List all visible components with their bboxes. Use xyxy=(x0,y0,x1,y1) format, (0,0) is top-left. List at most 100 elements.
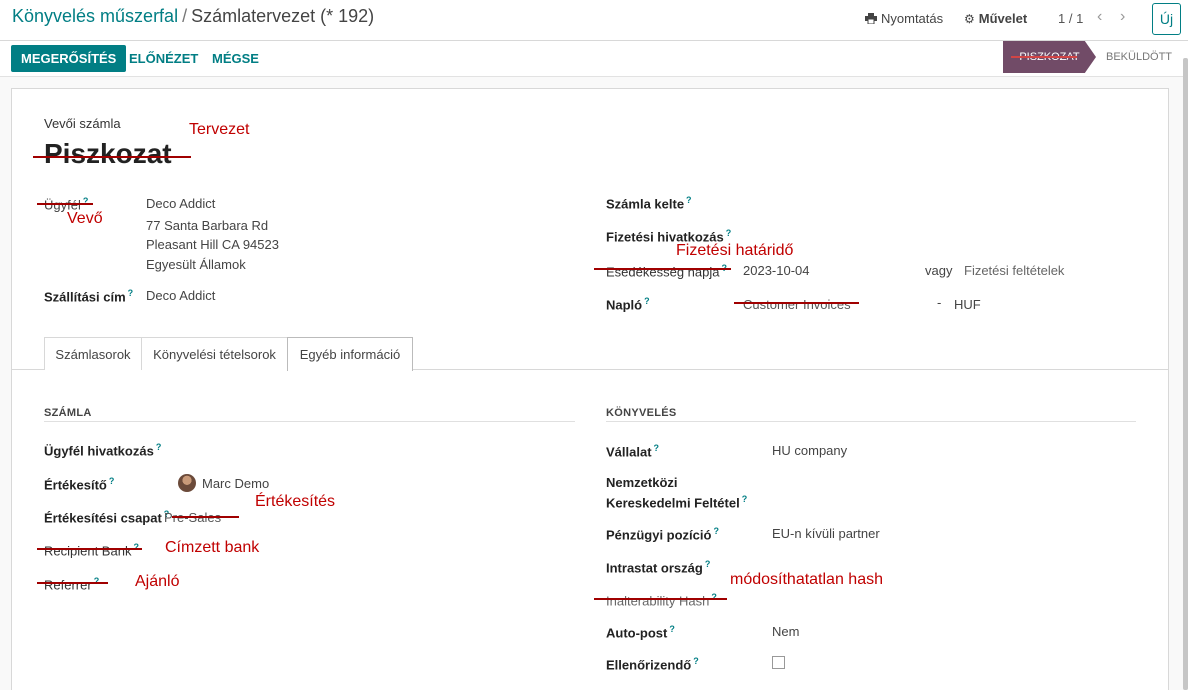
strike-mark xyxy=(37,203,93,205)
journal-field[interactable]: Customer Invoices xyxy=(743,297,851,312)
stage-posted[interactable]: BEKÜLDÖTT xyxy=(1106,51,1172,63)
annotation-recipient-bank: Címzett bank xyxy=(165,539,260,556)
annotation-title: Tervezet xyxy=(189,121,250,138)
due-date-label: Esedékesség napja? xyxy=(606,263,727,279)
annotation-customer: Vevő xyxy=(67,210,103,227)
section-divider xyxy=(44,421,575,422)
company-label: Vállalat? xyxy=(606,443,660,460)
tab-invoice-lines[interactable]: Számlasorok xyxy=(44,337,142,370)
print-button[interactable]: Nyomtatás xyxy=(865,11,943,26)
to-check-checkbox[interactable] xyxy=(772,656,785,669)
help-icon[interactable]: ? xyxy=(711,592,717,602)
strike-mark xyxy=(33,156,191,158)
help-icon[interactable]: ? xyxy=(654,443,660,453)
help-icon[interactable]: ? xyxy=(713,526,719,536)
salesperson-value: Marc Demo xyxy=(202,475,270,491)
print-label: Nyomtatás xyxy=(881,11,944,26)
chevron-left-icon[interactable]: ‹ xyxy=(1097,8,1102,26)
customer-ref-label: Ügyfél hivatkozás? xyxy=(44,442,162,459)
help-icon[interactable]: ? xyxy=(686,195,692,205)
autopost-field[interactable]: Nem xyxy=(772,624,799,639)
journal-dash: - xyxy=(937,295,942,310)
page-title: Piszkozat xyxy=(44,138,172,169)
tab-other-info[interactable]: Egyéb információ xyxy=(287,337,413,371)
document-type: Vevői számla xyxy=(44,116,121,131)
printer-icon xyxy=(865,13,877,24)
control-panel: Könyvelés műszerfal / Számlatervezet (* 19… xyxy=(0,0,1188,41)
annotation-referrer: Ajánló xyxy=(135,573,180,590)
help-icon[interactable]: ? xyxy=(742,494,748,504)
strike-mark xyxy=(594,598,727,600)
help-icon[interactable]: ? xyxy=(94,576,100,586)
to-check-label: Ellenőrizendő? xyxy=(606,656,699,673)
strike-mark xyxy=(734,302,859,304)
sales-team-label: Értékesítési csapat? xyxy=(44,509,170,526)
breadcrumb-separator: / xyxy=(182,6,188,26)
strike-mark xyxy=(37,582,108,584)
gear-icon: ⚙ xyxy=(964,11,975,26)
confirm-button[interactable]: MEGERŐSÍTÉS xyxy=(11,45,127,72)
preview-button[interactable]: ELŐNÉZET xyxy=(129,51,198,66)
avatar xyxy=(178,474,196,492)
annotation-sales-team: Értékesítés xyxy=(255,493,336,510)
hash-label: Inalterability Hash? xyxy=(606,592,717,609)
salesperson-label: Értékesítő? xyxy=(44,476,115,493)
chevron-right-icon[interactable]: › xyxy=(1120,8,1125,26)
action-button[interactable]: ⚙ Művelet xyxy=(964,11,1027,26)
strike-mark xyxy=(1011,56,1077,58)
address-line-1: 77 Santa Barbara Rd xyxy=(146,218,269,233)
help-icon[interactable]: ? xyxy=(109,476,115,486)
help-icon[interactable]: ? xyxy=(705,559,711,569)
address-line-3: Egyesült Államok xyxy=(146,257,246,272)
strike-mark xyxy=(37,548,142,550)
section-title-invoice: SZÁMLA xyxy=(44,407,92,419)
company-field[interactable]: HU company xyxy=(772,443,847,458)
new-button[interactable]: Új xyxy=(1152,3,1181,35)
help-icon[interactable]: ? xyxy=(644,296,650,306)
incoterm-label-line1: Nemzetközi xyxy=(606,475,678,490)
shipping-label: Szállítási cím? xyxy=(44,288,134,305)
tab-journal-items[interactable]: Könyvelési tételsorok xyxy=(141,337,288,370)
annotation-hash: módosíthatatlan hash xyxy=(730,571,883,588)
help-icon[interactable]: ? xyxy=(156,442,162,452)
form-sheet xyxy=(11,88,1169,690)
breadcrumb-root-link[interactable]: Könyvelés műszerfal xyxy=(12,6,178,26)
shipping-field[interactable]: Deco Addict xyxy=(146,288,215,303)
help-icon[interactable]: ? xyxy=(669,624,675,634)
autopost-label: Auto-post? xyxy=(606,624,675,641)
fiscal-position-label: Pénzügyi pozíció? xyxy=(606,526,719,543)
recipient-bank-label: Recipient Bank? xyxy=(44,542,139,559)
incoterm-field[interactable] xyxy=(772,478,1136,500)
referrer-label: Referrer? xyxy=(44,576,100,593)
pager-value[interactable]: 1 / 1 xyxy=(1058,11,1083,26)
or-label: vagy xyxy=(925,263,953,278)
customer-name-link[interactable]: Deco Addict xyxy=(146,196,215,211)
strike-mark xyxy=(172,516,239,518)
scrollbar[interactable] xyxy=(1183,58,1188,690)
payment-terms-field[interactable]: Fizetési feltételek xyxy=(964,263,1064,278)
due-date-field[interactable]: 2023-10-04 xyxy=(743,263,810,278)
intrastat-label: Intrastat ország? xyxy=(606,559,711,576)
status-bar: MEGERŐSÍTÉS ELŐNÉZET MÉGSE PISZKOZAT BEK… xyxy=(0,41,1188,77)
address-line-2: Pleasant Hill CA 94523 xyxy=(146,237,279,252)
section-divider xyxy=(606,421,1136,422)
incoterm-label-line2: Kereskedelmi Feltétel? xyxy=(606,494,748,511)
cancel-button[interactable]: MÉGSE xyxy=(212,51,259,66)
invoice-date-field[interactable] xyxy=(742,190,1142,214)
section-title-accounting: KÖNYVELÉS xyxy=(606,407,677,419)
help-icon[interactable]: ? xyxy=(693,656,699,666)
action-label: Művelet xyxy=(978,11,1028,26)
help-icon[interactable]: ? xyxy=(726,228,732,238)
salesperson-field[interactable]: Marc Demo xyxy=(178,474,269,492)
breadcrumb: Könyvelés műszerfal / Számlatervezet (* 19… xyxy=(12,6,374,27)
currency-field[interactable]: HUF xyxy=(954,297,981,312)
journal-label: Napló? xyxy=(606,296,650,313)
customer-ref-input[interactable] xyxy=(178,437,573,459)
strike-mark xyxy=(594,268,731,270)
annotation-due-date: Fizetési határidő xyxy=(676,242,794,259)
breadcrumb-current: Számlatervezet (* 192) xyxy=(191,6,375,26)
fiscal-position-field[interactable]: EU-n kívüli partner xyxy=(772,526,880,541)
help-icon[interactable]: ? xyxy=(128,288,134,298)
invoice-date-label: Számla kelte? xyxy=(606,195,692,212)
help-icon[interactable]: ? xyxy=(133,542,139,552)
